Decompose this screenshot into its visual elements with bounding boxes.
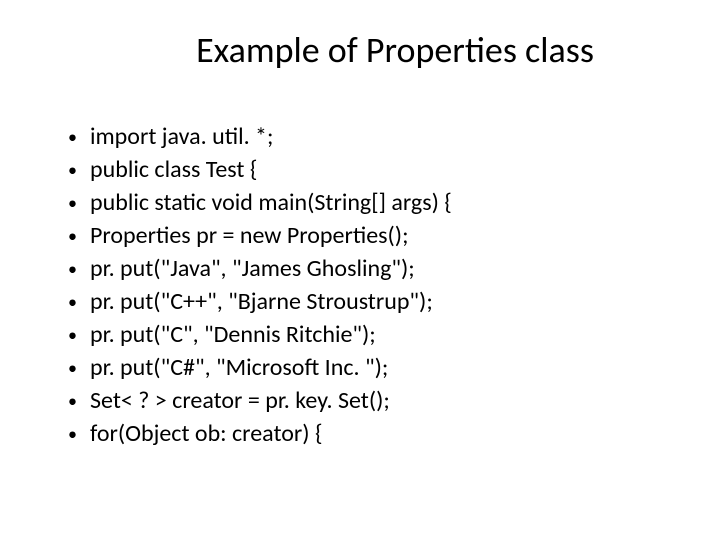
bullet-text: public class Test { [90, 155, 680, 185]
bullet-text: public static void main(String[] args) { [90, 188, 680, 218]
list-item: • pr. put("C++", "Bjarne Stroustrup"); [68, 287, 680, 317]
bullet-icon: • [68, 419, 90, 449]
list-item: • Set< ? > creator = pr. key. Set(); [68, 386, 680, 416]
bullet-text: import java. util. *; [90, 122, 680, 152]
bullet-icon: • [68, 353, 90, 383]
bullet-icon: • [68, 155, 90, 185]
slide-title: Example of Properties class [40, 28, 680, 72]
bullet-icon: • [68, 386, 90, 416]
list-item: • pr. put("C#", "Microsoft Inc. "); [68, 353, 680, 383]
bullet-icon: • [68, 188, 90, 218]
bullet-icon: • [68, 221, 90, 251]
bullet-text: Set< ? > creator = pr. key. Set(); [90, 386, 680, 416]
bullet-text: pr. put("Java", "James Ghosling"); [90, 254, 680, 284]
list-item: • pr. put("C", "Dennis Ritchie"); [68, 320, 680, 350]
bullet-icon: • [68, 122, 90, 152]
bullet-text: pr. put("C", "Dennis Ritchie"); [90, 320, 680, 350]
list-item: • Properties pr = new Properties(); [68, 221, 680, 251]
list-item: • pr. put("Java", "James Ghosling"); [68, 254, 680, 284]
list-item: • public class Test { [68, 155, 680, 185]
bullet-text: Properties pr = new Properties(); [90, 221, 680, 251]
slide-container: Example of Properties class • import jav… [0, 0, 720, 540]
bullet-list: • import java. util. *; • public class T… [68, 122, 680, 449]
bullet-text: pr. put("C#", "Microsoft Inc. "); [90, 353, 680, 383]
bullet-text: pr. put("C++", "Bjarne Stroustrup"); [90, 287, 680, 317]
bullet-text: for(Object ob: creator) { [90, 419, 680, 449]
bullet-icon: • [68, 287, 90, 317]
list-item: • for(Object ob: creator) { [68, 419, 680, 449]
bullet-icon: • [68, 254, 90, 284]
list-item: • public static void main(String[] args)… [68, 188, 680, 218]
list-item: • import java. util. *; [68, 122, 680, 152]
bullet-icon: • [68, 320, 90, 350]
